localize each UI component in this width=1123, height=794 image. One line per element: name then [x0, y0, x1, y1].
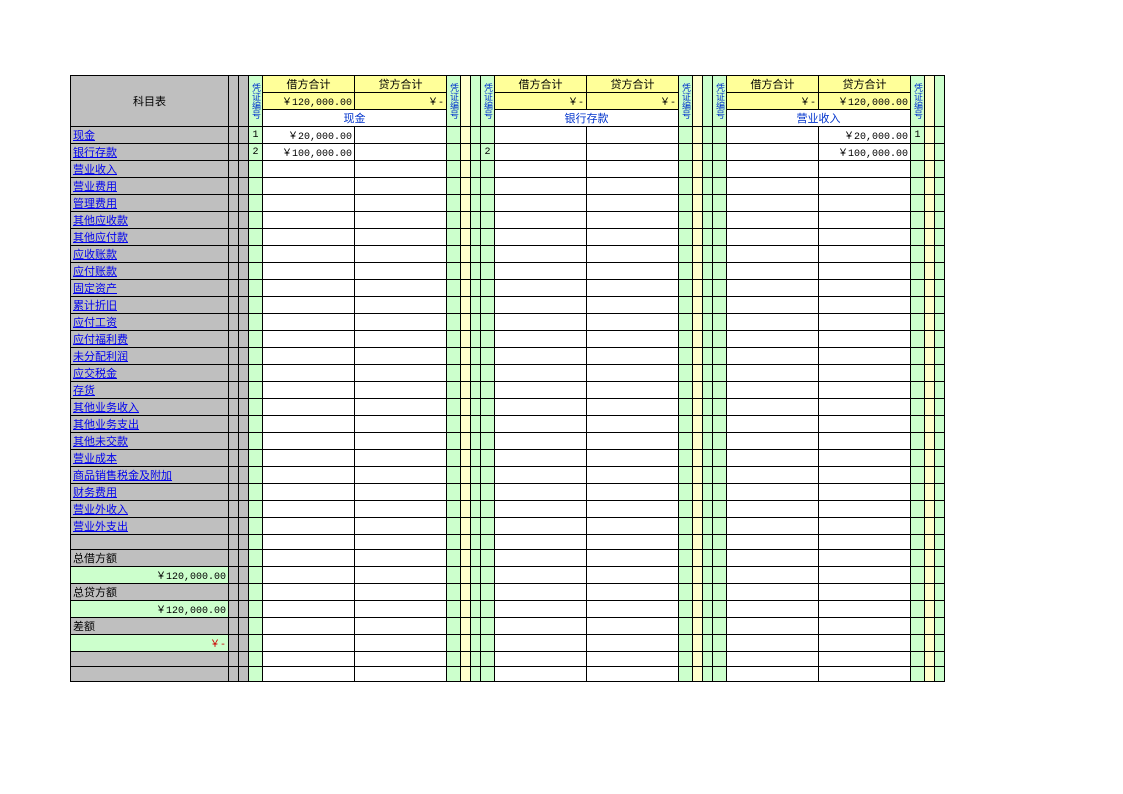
- section-debit-total: ￥-: [727, 93, 819, 110]
- account-link[interactable]: 其他未交款: [73, 436, 128, 448]
- account-link[interactable]: 固定资产: [73, 283, 117, 295]
- section-name: 营业收入: [727, 110, 911, 127]
- account-table-header: 科目表: [71, 76, 229, 127]
- section-name: 银行存款: [495, 110, 679, 127]
- account-link[interactable]: 应收账款: [73, 249, 117, 261]
- account-link[interactable]: 营业成本: [73, 453, 117, 465]
- account-link[interactable]: 营业外收入: [73, 504, 128, 516]
- voucher-no-header: 凭证编号: [447, 76, 461, 127]
- section-credit-total: ￥-: [587, 93, 679, 110]
- account-link[interactable]: 其他应付款: [73, 232, 128, 244]
- account-link[interactable]: 应交税金: [73, 368, 117, 380]
- account-link[interactable]: 应付福利费: [73, 334, 128, 346]
- credit-total-header: 贷方合计: [587, 76, 679, 93]
- footer-label: 总借方额: [71, 550, 229, 567]
- section-debit-total: ￥-: [495, 93, 587, 110]
- account-link[interactable]: 商品销售税金及附加: [73, 470, 172, 482]
- account-link[interactable]: 其他业务收入: [73, 402, 139, 414]
- voucher-no-header: 凭证编号: [679, 76, 693, 127]
- section-debit-total: ￥120,000.00: [263, 93, 355, 110]
- account-link[interactable]: 应付工资: [73, 317, 117, 329]
- account-link[interactable]: 应付账款: [73, 266, 117, 278]
- account-link[interactable]: 营业收入: [73, 164, 117, 176]
- credit-total-header: 贷方合计: [355, 76, 447, 93]
- account-link[interactable]: 其他应收款: [73, 215, 128, 227]
- ledger-table: 科目表凭证编号借方合计贷方合计凭证编号凭证编号借方合计贷方合计凭证编号凭证编号借…: [70, 75, 945, 682]
- debit-total-header: 借方合计: [727, 76, 819, 93]
- credit-total-header: 贷方合计: [819, 76, 911, 93]
- ledger-sheet: 科目表凭证编号借方合计贷方合计凭证编号凭证编号借方合计贷方合计凭证编号凭证编号借…: [70, 75, 1070, 682]
- voucher-no-header: 凭证编号: [911, 76, 925, 127]
- footer-value: ￥-: [71, 635, 229, 652]
- voucher-no-header: 凭证编号: [481, 76, 495, 127]
- section-credit-total: ￥-: [355, 93, 447, 110]
- footer-label: 差额: [71, 618, 229, 635]
- voucher-no-header: 凭证编号: [249, 76, 263, 127]
- footer-value: ￥120,000.00: [71, 567, 229, 584]
- account-link[interactable]: 营业外支出: [73, 521, 128, 533]
- account-link[interactable]: 管理费用: [73, 198, 117, 210]
- account-link[interactable]: 未分配利润: [73, 351, 128, 363]
- account-link[interactable]: 营业费用: [73, 181, 117, 193]
- account-link[interactable]: 银行存款: [73, 147, 117, 159]
- debit-total-header: 借方合计: [263, 76, 355, 93]
- footer-value: ￥120,000.00: [71, 601, 229, 618]
- footer-label: 总贷方额: [71, 584, 229, 601]
- account-link[interactable]: 存货: [73, 385, 95, 397]
- account-link[interactable]: 累计折旧: [73, 300, 117, 312]
- account-link[interactable]: 其他业务支出: [73, 419, 139, 431]
- section-credit-total: ￥120,000.00: [819, 93, 911, 110]
- section-name: 现金: [263, 110, 447, 127]
- debit-total-header: 借方合计: [495, 76, 587, 93]
- voucher-no-header: 凭证编号: [713, 76, 727, 127]
- account-link[interactable]: 现金: [73, 130, 95, 142]
- account-link[interactable]: 财务费用: [73, 487, 117, 499]
